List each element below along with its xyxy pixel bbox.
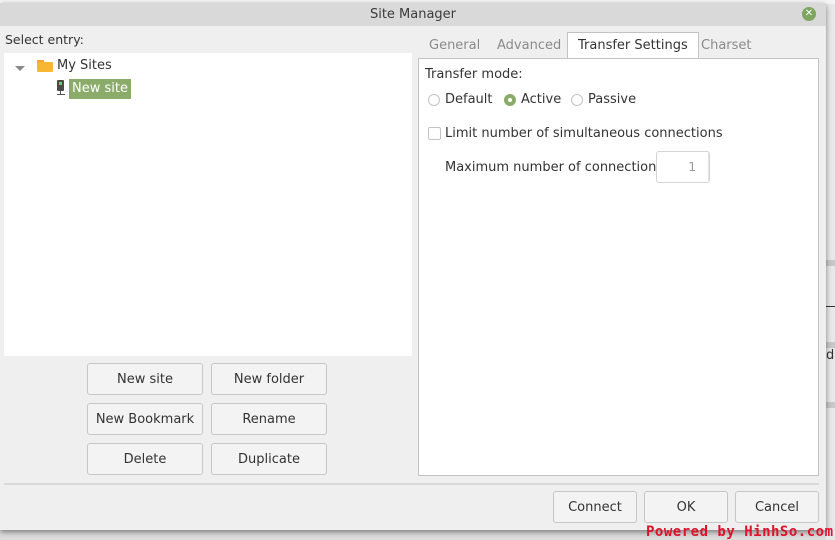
footer-separator xyxy=(4,483,819,485)
close-icon: ✕ xyxy=(804,8,814,19)
transfer-mode-label: Transfer mode: xyxy=(425,67,523,82)
max-connections-value[interactable]: 1 xyxy=(688,152,696,182)
new-bookmark-button[interactable]: New Bookmark xyxy=(87,403,203,435)
limit-connections-label[interactable]: Limit number of simultaneous connections xyxy=(445,126,723,141)
background-window-edge: di xyxy=(826,4,835,540)
cancel-button[interactable]: Cancel xyxy=(735,491,819,523)
background-divider xyxy=(826,306,835,307)
radio-passive[interactable] xyxy=(571,94,583,106)
duplicate-button[interactable]: Duplicate xyxy=(211,443,327,475)
window-title: Site Manager xyxy=(369,7,457,22)
radio-default[interactable] xyxy=(428,94,440,106)
tab-charset[interactable]: Charset xyxy=(701,33,752,57)
spinner-divider xyxy=(708,152,709,182)
new-folder-button[interactable]: New folder xyxy=(211,363,327,395)
tab-transfer-settings[interactable]: Transfer Settings xyxy=(567,32,699,58)
tab-general[interactable]: General xyxy=(429,33,480,57)
radio-default-label[interactable]: Default xyxy=(445,92,493,107)
ok-button[interactable]: OK xyxy=(644,491,728,523)
max-connections-spinner[interactable]: 1 xyxy=(656,151,710,183)
folder-icon xyxy=(37,60,53,72)
select-entry-label: Select entry: xyxy=(5,32,84,47)
connect-button[interactable]: Connect xyxy=(553,491,637,523)
background-divider xyxy=(826,402,835,408)
expander-icon[interactable] xyxy=(15,66,25,71)
tree-item-new-site[interactable]: New site xyxy=(69,79,131,99)
title-bar[interactable]: Site Manager ✕ xyxy=(0,3,826,26)
background-divider xyxy=(826,260,835,266)
background-text: di xyxy=(826,348,835,363)
radio-passive-label[interactable]: Passive xyxy=(588,92,636,107)
max-connections-label: Maximum number of connections: xyxy=(445,160,668,175)
watermark: Powered by HinhSo.com xyxy=(646,524,834,540)
delete-button[interactable]: Delete xyxy=(87,443,203,475)
tree-item-my-sites[interactable]: My Sites xyxy=(57,56,112,76)
radio-active[interactable] xyxy=(504,94,516,106)
site-manager-dialog: Site Manager ✕ Select entry: My Sites Ne… xyxy=(0,3,826,530)
limit-connections-checkbox[interactable] xyxy=(428,127,441,140)
tab-advanced[interactable]: Advanced xyxy=(497,33,561,57)
site-tree[interactable]: My Sites New site xyxy=(4,53,412,356)
rename-button[interactable]: Rename xyxy=(211,403,327,435)
radio-active-label[interactable]: Active xyxy=(521,92,561,107)
new-site-button[interactable]: New site xyxy=(87,363,203,395)
transfer-settings-panel: Transfer mode: Default Active Passive Li… xyxy=(418,58,819,476)
close-button[interactable]: ✕ xyxy=(802,7,816,21)
server-icon xyxy=(57,80,65,96)
